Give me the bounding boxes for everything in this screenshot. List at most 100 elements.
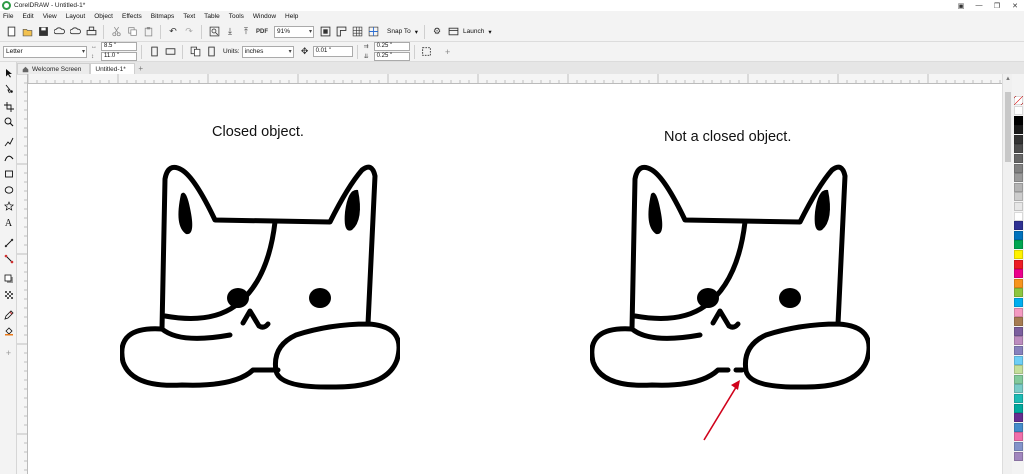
parallel-dimension-tool-icon[interactable] <box>2 236 15 249</box>
menu-text[interactable]: Text <box>183 13 195 20</box>
portrait-page-icon[interactable] <box>147 45 161 59</box>
freehand-tool-icon[interactable] <box>2 135 15 148</box>
current-page-icon[interactable] <box>204 45 218 59</box>
rectangle-tool-icon[interactable] <box>2 167 15 180</box>
full-screen-icon[interactable] <box>318 25 332 39</box>
save-icon[interactable] <box>36 25 50 39</box>
account-icon[interactable]: ▣ <box>952 0 970 11</box>
color-swatch[interactable] <box>1014 298 1023 307</box>
color-swatch[interactable] <box>1014 365 1023 375</box>
not-closed-object-caption[interactable]: Not a closed object. <box>664 129 791 145</box>
color-swatch[interactable] <box>1014 346 1023 355</box>
color-swatch[interactable] <box>1014 278 1023 288</box>
pick-tool-icon[interactable] <box>2 66 15 79</box>
artistic-media-tool-icon[interactable] <box>2 151 15 164</box>
drop-shadow-tool-icon[interactable] <box>2 272 15 285</box>
launch-label[interactable]: Launch <box>463 28 484 35</box>
open-folder-icon[interactable] <box>20 25 34 39</box>
shape-tool-icon[interactable] <box>2 82 15 95</box>
color-swatch[interactable] <box>1014 317 1023 327</box>
color-swatch[interactable] <box>1014 422 1023 432</box>
import-icon[interactable]: ⤓ <box>223 25 237 39</box>
menu-object[interactable]: Object <box>94 13 113 20</box>
tab-welcome-screen[interactable]: Welcome Screen <box>17 63 91 74</box>
nudge-distance-field[interactable]: 0.01 " <box>312 46 353 57</box>
cut-icon[interactable] <box>109 25 123 39</box>
no-color-swatch[interactable] <box>1014 96 1023 105</box>
menu-bitmaps[interactable]: Bitmaps <box>151 13 174 20</box>
color-swatch[interactable] <box>1014 336 1023 346</box>
menu-help[interactable]: Help <box>285 13 298 20</box>
color-swatch[interactable] <box>1014 432 1023 442</box>
color-swatch[interactable] <box>1014 259 1023 269</box>
color-swatch[interactable] <box>1014 250 1023 259</box>
page-border-icon[interactable] <box>420 45 434 59</box>
new-document-icon[interactable] <box>4 25 18 39</box>
undo-icon[interactable]: ↶ <box>166 25 180 39</box>
vertical-ruler[interactable] <box>17 74 28 474</box>
color-swatch[interactable] <box>1014 384 1023 394</box>
color-swatch[interactable] <box>1014 115 1023 125</box>
add-tab-button[interactable]: + <box>135 63 147 74</box>
color-swatch[interactable] <box>1014 403 1023 413</box>
copy-icon[interactable] <box>125 25 139 39</box>
paste-icon[interactable] <box>141 25 155 39</box>
publish-pdf-icon[interactable]: PDF <box>255 25 269 39</box>
menu-tools[interactable]: Tools <box>229 13 244 20</box>
color-swatch[interactable] <box>1014 134 1023 144</box>
redo-icon[interactable]: ↷ <box>182 25 196 39</box>
color-swatch[interactable] <box>1014 144 1023 154</box>
color-swatch[interactable] <box>1014 307 1023 317</box>
options-gear-icon[interactable]: ⚙ <box>430 25 444 39</box>
restore-button[interactable]: ❐ <box>988 0 1006 11</box>
page-size-combo[interactable]: Letter ▾ <box>3 45 87 58</box>
add-toolbar-item-icon[interactable]: + <box>441 45 455 59</box>
customize-toolbox-icon[interactable]: + <box>2 346 15 359</box>
color-swatch[interactable] <box>1014 442 1023 451</box>
color-swatch[interactable] <box>1014 106 1023 115</box>
color-swatch[interactable] <box>1014 230 1023 240</box>
color-swatch[interactable] <box>1014 326 1023 336</box>
horizontal-ruler[interactable] <box>28 74 1002 84</box>
interactive-fill-tool-icon[interactable] <box>2 324 15 337</box>
crop-tool-icon[interactable] <box>2 100 15 113</box>
ellipse-tool-icon[interactable] <box>2 183 15 196</box>
color-swatch[interactable] <box>1014 355 1023 365</box>
cloud-download-icon[interactable] <box>68 25 82 39</box>
vertical-scrollbar[interactable]: ▲ <box>1002 74 1012 474</box>
color-swatch[interactable] <box>1014 154 1023 163</box>
launch-app-icon[interactable] <box>446 25 460 39</box>
color-swatch[interactable] <box>1014 173 1023 183</box>
zoom-tool-icon[interactable] <box>2 115 15 128</box>
show-guidelines-icon[interactable] <box>366 25 380 39</box>
color-swatch[interactable] <box>1014 211 1023 221</box>
scrollbar-thumb[interactable] <box>1005 92 1011 162</box>
close-button[interactable]: ✕ <box>1006 0 1024 11</box>
launch-chevron-down-icon[interactable]: ▾ <box>488 28 491 36</box>
duplicate-x-field[interactable]: 0.25 " <box>373 42 410 51</box>
menu-file[interactable]: File <box>3 13 13 20</box>
page-height-field[interactable]: 11.0 " <box>101 52 137 61</box>
color-swatch[interactable] <box>1014 288 1023 298</box>
units-combo[interactable]: inches ▾ <box>241 45 294 58</box>
color-swatch[interactable] <box>1014 394 1023 403</box>
color-swatch[interactable] <box>1014 221 1023 231</box>
color-swatch[interactable] <box>1014 451 1023 461</box>
print-icon[interactable] <box>84 25 98 39</box>
menu-layout[interactable]: Layout <box>66 13 86 20</box>
snap-to-chevron-down-icon[interactable]: ▾ <box>415 28 418 36</box>
menu-effects[interactable]: Effects <box>122 13 142 20</box>
text-tool-icon[interactable]: A <box>2 217 15 230</box>
menu-window[interactable]: Window <box>253 13 276 20</box>
scroll-up-icon[interactable]: ▲ <box>1004 76 1012 84</box>
tab-untitled-1[interactable]: Untitled-1* <box>90 63 135 74</box>
menu-view[interactable]: View <box>43 13 57 20</box>
connector-tool-icon[interactable] <box>2 252 15 265</box>
color-swatch[interactable] <box>1014 374 1023 384</box>
all-pages-icon[interactable] <box>188 45 202 59</box>
drawing-canvas[interactable]: Closed object. Not a closed object. <box>28 84 1002 474</box>
color-swatch[interactable] <box>1014 192 1023 202</box>
transparency-tool-icon[interactable] <box>2 288 15 301</box>
color-swatch[interactable] <box>1014 240 1023 250</box>
color-swatch[interactable] <box>1014 202 1023 211</box>
